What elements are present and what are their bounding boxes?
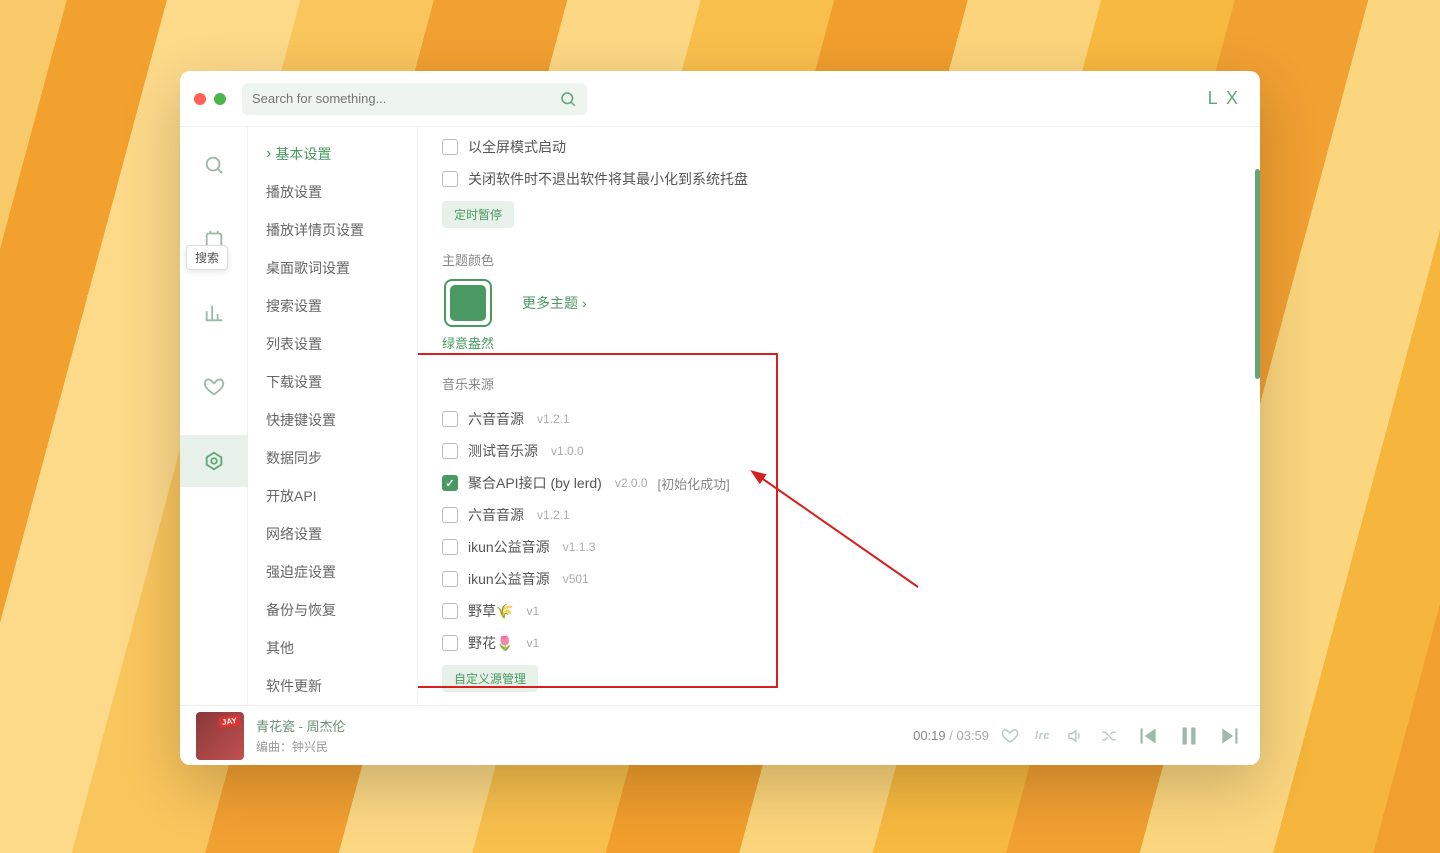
titlebar: L X <box>180 71 1260 127</box>
source-version: v1.1.3 <box>563 540 596 554</box>
checkbox-icon[interactable] <box>442 411 458 427</box>
source-version: v1.2.1 <box>537 508 570 522</box>
theme-row: 绿意盎然 更多主题 › <box>442 279 1236 352</box>
checkbox-icon[interactable] <box>442 171 458 187</box>
settings-content[interactable]: 以全屏模式启动 关闭软件时不退出软件将其最小化到系统托盘 定时暂停 主题颜色 绿… <box>418 127 1260 705</box>
source-label: 野草🌾 <box>468 601 513 621</box>
settings-nav-other[interactable]: 其他 <box>248 629 417 667</box>
app-window: L X 搜索 基本设置 播放设置 播放详情页设置 <box>180 71 1260 765</box>
nav-search[interactable] <box>180 139 248 191</box>
search-icon[interactable] <box>559 90 577 108</box>
source-version: v501 <box>563 572 589 586</box>
maximize-window-button[interactable] <box>214 93 226 105</box>
settings-nav-backup[interactable]: 备份与恢复 <box>248 591 417 629</box>
opt-label: 以全屏模式启动 <box>468 137 566 157</box>
track-title[interactable]: 青花瓷 - 周杰伦 <box>256 716 346 735</box>
checkbox-icon[interactable] <box>442 539 458 555</box>
scrollbar-indicator[interactable] <box>1255 169 1260 379</box>
search-box[interactable] <box>242 83 587 115</box>
search-input[interactable] <box>252 91 559 106</box>
checkbox-icon[interactable] <box>442 475 458 491</box>
checkbox-icon[interactable] <box>442 571 458 587</box>
source-label: 六音音源 <box>468 505 524 525</box>
source-label: 野花🌷 <box>468 633 513 653</box>
source-item[interactable]: 六音音源 v1.2.1 <box>442 403 1236 435</box>
source-item[interactable]: 测试音乐源 v1.0.0 <box>442 435 1236 467</box>
settings-nav: 基本设置 播放设置 播放详情页设置 桌面歌词设置 搜索设置 列表设置 下载设置 … <box>248 127 418 705</box>
shuffle-icon[interactable] <box>1100 727 1118 745</box>
settings-nav-download[interactable]: 下载设置 <box>248 363 417 401</box>
next-track-icon[interactable] <box>1218 723 1244 749</box>
source-label: 测试音乐源 <box>468 441 538 461</box>
settings-nav-network[interactable]: 网络设置 <box>248 515 417 553</box>
source-label: ikun公益音源 <box>468 537 550 557</box>
search-tooltip: 搜索 <box>186 245 228 270</box>
checkbox-icon[interactable] <box>442 603 458 619</box>
like-icon[interactable] <box>1001 727 1019 745</box>
sources-list: 六音音源 v1.2.1 测试音乐源 v1.0.0 聚合API接口 (by lerd) v2… <box>442 403 1236 659</box>
manage-sources-button[interactable]: 自定义源管理 <box>442 665 538 692</box>
opt-fullscreen[interactable]: 以全屏模式启动 <box>442 131 1236 163</box>
source-item[interactable]: ikun公益音源 v501 <box>442 563 1236 595</box>
settings-nav-sync[interactable]: 数据同步 <box>248 439 417 477</box>
traffic-lights <box>194 93 226 105</box>
player-controls: lrc <box>1001 723 1244 749</box>
volume-icon[interactable] <box>1066 727 1084 745</box>
source-label: 六音音源 <box>468 409 524 429</box>
source-version: v1.2.1 <box>537 412 570 426</box>
source-label: ikun公益音源 <box>468 569 550 589</box>
checkbox-icon[interactable] <box>442 635 458 651</box>
track-info: 青花瓷 - 周杰伦 编曲：钟兴民 <box>256 716 346 755</box>
lyrics-icon[interactable]: lrc <box>1035 730 1050 742</box>
more-themes-link[interactable]: 更多主题 › <box>522 293 587 313</box>
settings-nav-openapi[interactable]: 开放API <box>248 477 417 515</box>
nav-settings[interactable] <box>180 435 248 487</box>
player-bar: 青花瓷 - 周杰伦 编曲：钟兴民 00:19 / 03:59 lrc <box>180 705 1260 765</box>
close-window-button[interactable] <box>194 93 206 105</box>
checkbox-icon[interactable] <box>442 443 458 459</box>
theme-swatch[interactable]: 绿意盎然 <box>442 279 494 352</box>
settings-nav-search[interactable]: 搜索设置 <box>248 287 417 325</box>
nav-favorites[interactable] <box>180 361 248 413</box>
source-version: v1.0.0 <box>551 444 584 458</box>
opt-label: 关闭软件时不退出软件将其最小化到系统托盘 <box>468 169 748 189</box>
settings-nav-playdetail[interactable]: 播放详情页设置 <box>248 211 417 249</box>
chevron-right-icon: › <box>582 295 587 311</box>
source-item[interactable]: 野花🌷 v1 <box>442 627 1236 659</box>
checkbox-icon[interactable] <box>442 507 458 523</box>
section-theme: 主题颜色 <box>442 250 1236 269</box>
source-item[interactable]: 六音音源 v1.2.1 <box>442 499 1236 531</box>
source-item[interactable]: 野草🌾 v1 <box>442 595 1236 627</box>
app-logo: L X <box>1208 88 1240 109</box>
timed-pause-button[interactable]: 定时暂停 <box>442 201 514 228</box>
source-version: v1 <box>526 636 539 650</box>
source-label: 聚合API接口 (by lerd) <box>468 473 602 493</box>
settings-nav-playback[interactable]: 播放设置 <box>248 173 417 211</box>
source-version: v1 <box>526 604 539 618</box>
section-music-sources: 音乐来源 <box>442 374 1236 393</box>
source-status: [初始化成功] <box>658 474 730 493</box>
main-area: 搜索 基本设置 播放设置 播放详情页设置 桌面歌词设置 <box>180 127 1260 705</box>
album-art[interactable] <box>196 712 244 760</box>
time-display: 00:19 / 03:59 <box>913 728 989 743</box>
prev-track-icon[interactable] <box>1134 723 1160 749</box>
settings-nav-desktoplyrics[interactable]: 桌面歌词设置 <box>248 249 417 287</box>
theme-name: 绿意盎然 <box>442 333 494 352</box>
settings-nav-update[interactable]: 软件更新 <box>248 667 417 705</box>
settings-nav-basic[interactable]: 基本设置 <box>248 135 417 173</box>
checkbox-icon[interactable] <box>442 139 458 155</box>
track-subtitle: 编曲：钟兴民 <box>256 738 346 755</box>
nav-charts[interactable] <box>180 287 248 339</box>
pause-icon[interactable] <box>1176 723 1202 749</box>
opt-minimize-tray[interactable]: 关闭软件时不退出软件将其最小化到系统托盘 <box>442 163 1236 195</box>
settings-nav-hotkeys[interactable]: 快捷键设置 <box>248 401 417 439</box>
source-version: v2.0.0 <box>615 476 648 490</box>
settings-nav-list[interactable]: 列表设置 <box>248 325 417 363</box>
settings-nav-ocd[interactable]: 强迫症设置 <box>248 553 417 591</box>
nav-rail <box>180 127 248 705</box>
source-item[interactable]: 聚合API接口 (by lerd) v2.0.0 [初始化成功] <box>442 467 1236 499</box>
source-item[interactable]: ikun公益音源 v1.1.3 <box>442 531 1236 563</box>
